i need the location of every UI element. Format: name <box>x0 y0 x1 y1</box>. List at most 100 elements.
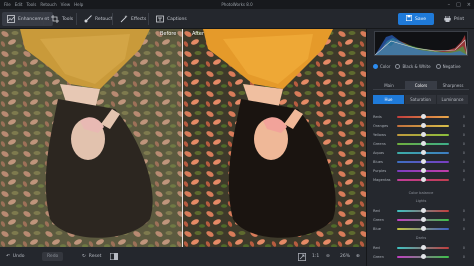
slider-greens[interactable]: Greens 0 <box>373 140 469 147</box>
slider-green[interactable]: Green 0 <box>373 216 469 223</box>
slider-handle[interactable] <box>420 122 426 128</box>
menu-retouch[interactable]: Retouch <box>40 2 56 7</box>
slider-handle[interactable] <box>420 140 426 146</box>
slider-handle[interactable] <box>420 244 426 250</box>
slider-label: Red <box>373 245 380 250</box>
slider-oranges[interactable]: Oranges 0 <box>373 122 469 129</box>
before-label: Before <box>160 31 177 37</box>
slider-handle[interactable] <box>420 131 426 137</box>
undo-button[interactable]: ↶ Undo <box>6 251 25 262</box>
slider-blues[interactable]: Blues 0 <box>373 158 469 165</box>
slider-track[interactable] <box>397 140 449 146</box>
zoom-out-icon[interactable]: ⊖ <box>326 251 330 262</box>
slider-value: 0 <box>462 159 465 164</box>
redo-button[interactable]: Redo <box>42 251 64 262</box>
slider-handle[interactable] <box>420 149 426 155</box>
slider-handle[interactable] <box>420 167 426 173</box>
slider-value: 0 <box>462 245 465 250</box>
slider-track[interactable] <box>397 176 449 182</box>
slider-blue[interactable]: Blue 0 <box>373 225 469 232</box>
after-image <box>183 29 366 247</box>
slider-track[interactable] <box>397 253 449 259</box>
tab-main[interactable]: Main <box>373 81 405 90</box>
slider-magentas[interactable]: Magentas 0 <box>373 176 469 183</box>
slider-handle[interactable] <box>420 207 426 213</box>
slider-value: 0 <box>462 177 465 182</box>
tab-hue[interactable]: Hue <box>373 95 404 104</box>
slider-reds[interactable]: Reds 0 <box>373 113 469 120</box>
slider-track[interactable] <box>397 167 449 173</box>
slider-label: Yellows <box>373 132 386 137</box>
enhancement-label: Enhancement <box>18 16 50 22</box>
slider-purples[interactable]: Purples 0 <box>373 167 469 174</box>
slider-track[interactable] <box>397 225 449 231</box>
tab-saturation[interactable]: Saturation <box>405 95 436 104</box>
slider-track[interactable] <box>397 244 449 250</box>
magic-wand-icon <box>119 15 128 24</box>
maximize-icon[interactable]: □ <box>456 2 461 8</box>
menu-file[interactable]: File <box>4 2 11 7</box>
redo-label: Redo <box>42 252 64 261</box>
zoom-in-icon[interactable]: ⊕ <box>356 251 360 262</box>
slider-yellows[interactable]: Yellows 0 <box>373 131 469 138</box>
slider-label: Aquas <box>373 150 385 155</box>
slider-red[interactable]: Red 0 <box>373 244 469 251</box>
save-button[interactable]: Save <box>398 13 434 25</box>
slider-value: 0 <box>462 208 465 213</box>
slider-value: 0 <box>462 114 465 119</box>
menu-bar: File Edit Tools Retouch View Help PhotoW… <box>0 0 474 9</box>
radio-selected-icon <box>373 64 378 69</box>
slider-track[interactable] <box>397 158 449 164</box>
slider-track[interactable] <box>397 122 449 128</box>
color-mode-bw[interactable]: Black & White <box>395 64 431 69</box>
slider-track[interactable] <box>397 216 449 222</box>
after-label: After <box>192 31 205 37</box>
color-mode-group: Color Black & White Negative <box>373 64 466 69</box>
slider-handle[interactable] <box>420 176 426 182</box>
tab-colors[interactable]: Colors <box>405 81 437 90</box>
toolbar-divider <box>148 13 149 25</box>
tab-sharpness[interactable]: Sharpness <box>437 81 469 90</box>
color-mode-color[interactable]: Color <box>373 64 390 69</box>
slider-handle[interactable] <box>420 216 426 222</box>
slider-handle[interactable] <box>420 113 426 119</box>
slider-value: 0 <box>462 254 465 259</box>
menu-edit[interactable]: Edit <box>15 2 23 7</box>
slider-track[interactable] <box>397 131 449 137</box>
close-icon[interactable]: × <box>467 2 471 8</box>
reset-button[interactable]: ↻ Reset <box>82 251 101 262</box>
adjustments-panel: Color Black & White Negative Main Colors… <box>366 29 474 266</box>
save-icon <box>405 15 412 23</box>
tab-luminance[interactable]: Luminance <box>437 95 468 104</box>
adjustment-tabs: Main Colors Sharpness <box>373 81 469 90</box>
zoom-level: 26% <box>340 254 351 259</box>
color-mode-negative[interactable]: Negative <box>435 64 461 69</box>
minimize-icon[interactable]: – <box>448 2 451 8</box>
slider-green[interactable]: Green 0 <box>373 253 469 260</box>
captions-tab[interactable]: Captions <box>151 12 191 26</box>
slider-red[interactable]: Red 0 <box>373 207 469 214</box>
actual-size-button[interactable]: 1:1 <box>312 251 319 262</box>
menu-tools[interactable]: Tools <box>26 2 36 7</box>
slider-value: 0 <box>462 150 465 155</box>
slider-track[interactable] <box>397 149 449 155</box>
slider-handle[interactable] <box>420 225 426 231</box>
slider-aquas[interactable]: Aquas 0 <box>373 149 469 156</box>
menu-view[interactable]: View <box>61 2 71 7</box>
slider-track[interactable] <box>397 113 449 119</box>
tools-tab[interactable]: Tools <box>46 12 77 26</box>
effects-tab[interactable]: Effects <box>115 12 150 26</box>
slider-handle[interactable] <box>420 253 426 259</box>
before-after-divider[interactable] <box>182 29 183 247</box>
menu-help[interactable]: Help <box>74 2 83 7</box>
toolbar-divider <box>76 13 77 25</box>
save-label: Save <box>414 16 427 22</box>
slider-handle[interactable] <box>420 158 426 164</box>
fit-screen-icon[interactable] <box>298 251 306 262</box>
image-canvas[interactable]: Before After <box>0 29 366 247</box>
slider-label: Blues <box>373 159 383 164</box>
main-toolbar: Enhancement Tools Retouch Effects Captio… <box>0 9 474 29</box>
compare-icon[interactable] <box>110 251 118 262</box>
print-button[interactable]: Print <box>439 13 469 25</box>
slider-track[interactable] <box>397 207 449 213</box>
